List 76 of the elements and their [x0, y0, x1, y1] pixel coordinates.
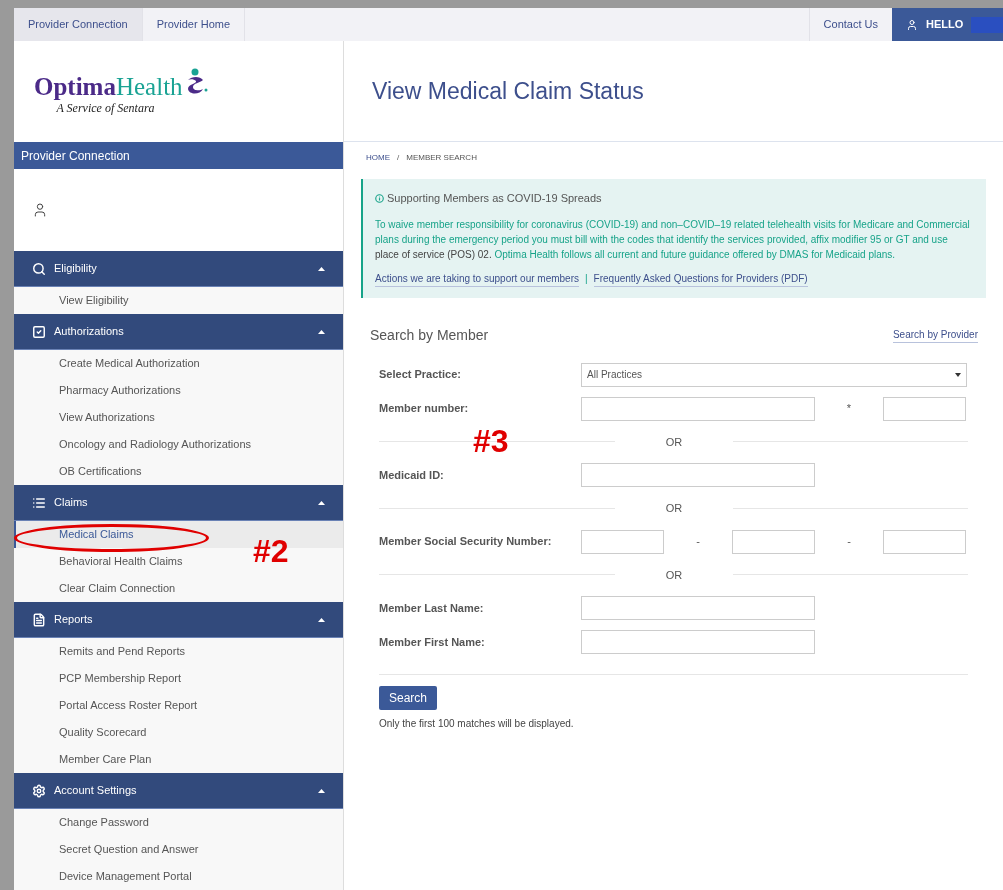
sidebar-group-header[interactable]: Authorizations	[14, 314, 343, 350]
field-label: Select Practice:	[379, 367, 462, 383]
document-icon	[32, 612, 46, 627]
sidebar-item[interactable]: PCP Membership Report	[59, 670, 182, 687]
practice-select[interactable]: All Practices	[581, 362, 967, 387]
info-icon	[375, 193, 384, 203]
annotation-label: #2	[253, 535, 289, 567]
result-limit-note: Only the first 100 matches will be displayed.	[379, 717, 575, 731]
sidebar-item[interactable]: Member Care Plan	[59, 751, 152, 768]
search-button[interactable]: Search	[379, 686, 437, 710]
field-label: Member Last Name:	[379, 600, 485, 616]
list-icon	[32, 495, 46, 510]
separator-text: -	[847, 534, 851, 550]
group-label: Claims	[54, 495, 89, 511]
sidebar-item[interactable]: Quality Scorecard	[59, 724, 147, 741]
group-label: Reports	[54, 612, 94, 628]
annotation-label: #3	[473, 425, 509, 457]
sidebar-item[interactable]: Oncology and Radiology Authorizations	[59, 436, 251, 453]
sidebar-group-header[interactable]: Claims	[14, 485, 343, 521]
separator-text: -	[696, 534, 700, 550]
sidebar-item[interactable]: Remits and Pend Reports	[59, 643, 185, 660]
input-field[interactable]	[883, 396, 966, 421]
or-divider-text: OR	[664, 567, 684, 583]
sidebar-group-header[interactable]: Reports	[14, 602, 343, 638]
group-label: Account Settings	[54, 783, 138, 799]
nav-tab[interactable]: Provider Connection	[14, 8, 143, 41]
sidebar-group-header[interactable]: Account Settings	[14, 773, 343, 809]
input-field[interactable]	[581, 630, 815, 654]
group-label: Authorizations	[54, 324, 125, 340]
input-field[interactable]	[732, 529, 815, 554]
notice-title: Supporting Members as COVID-19 Spreads	[387, 191, 602, 206]
section-title: Search by Member	[370, 325, 489, 345]
user-menu[interactable]: HELLO	[892, 8, 1003, 41]
input-field[interactable]	[581, 596, 815, 620]
input-field[interactable]	[581, 529, 664, 554]
page-title: View Medical Claim Status	[372, 76, 644, 106]
sidebar-group-header[interactable]: Eligibility	[14, 251, 343, 287]
sidebar-title: Provider Connection	[14, 142, 343, 169]
input-field[interactable]	[581, 463, 815, 487]
sidebar-item[interactable]: Secret Question and Answer	[59, 841, 199, 858]
caret-icon	[955, 372, 961, 377]
search-by-provider-link[interactable]: Search by Provider	[892, 326, 978, 343]
sidebar-item[interactable]: OB Certifications	[59, 463, 142, 480]
user-icon	[32, 202, 48, 218]
field-label: Medicaid ID:	[379, 467, 445, 483]
sidebar-item[interactable]: Pharmacy Authorizations	[59, 382, 181, 399]
sidebar-item[interactable]: Device Management Portal	[59, 868, 192, 885]
redaction-block	[971, 16, 1003, 33]
sidebar-item[interactable]: Change Password	[59, 814, 149, 831]
breadcrumb-separator: /	[397, 152, 400, 164]
sidebar-item[interactable]: View Authorizations	[59, 409, 155, 426]
field-label: Member number:	[379, 401, 470, 417]
notice-link[interactable]: Actions we are taking to support our members	[375, 270, 579, 287]
separator-text: *	[846, 401, 852, 417]
or-divider-text: OR	[664, 501, 684, 516]
sidebar-item[interactable]: Clear Claim Connection	[59, 580, 176, 597]
user-icon	[906, 18, 918, 31]
sidebar-item[interactable]: View Eligibility	[59, 292, 129, 309]
breadcrumb-current: MEMBER SEARCH	[406, 152, 477, 164]
group-label: Eligibility	[54, 261, 98, 277]
sidebar-item[interactable]: Portal Access Roster Report	[59, 697, 198, 714]
or-divider-text: OR	[664, 434, 684, 450]
search-icon	[32, 261, 46, 276]
checkbox-icon	[32, 324, 46, 339]
input-field[interactable]	[581, 396, 815, 421]
field-label: Member Social Security Number:	[379, 534, 553, 550]
sidebar-item[interactable]: Medical Claims	[59, 526, 134, 543]
breadcrumb-link[interactable]: HOME	[366, 152, 390, 164]
link-separator: |	[585, 271, 588, 286]
sidebar-item[interactable]: Behavioral Health Claims	[59, 553, 183, 570]
field-label: Member First Name:	[379, 634, 486, 650]
sidebar-item[interactable]: Create Medical Authorization	[59, 355, 200, 372]
input-field[interactable]	[883, 529, 966, 554]
notice-text: To waive member responsibility for coronavirus (COVID-19) and non–COVID–19 related telehealth visits for Medicare and Commercial plans during the emergency period you must bill with the codes that identify the services provided, affix modifier 95 or GT and use place of service (POS) 02. Optima Health follows all current and future guidance offered by DMAS for Medicaid plans.	[375, 217, 971, 262]
settings-icon	[32, 783, 46, 798]
notice-link[interactable]: Frequently Asked Questions for Providers (PDF)	[593, 270, 808, 287]
